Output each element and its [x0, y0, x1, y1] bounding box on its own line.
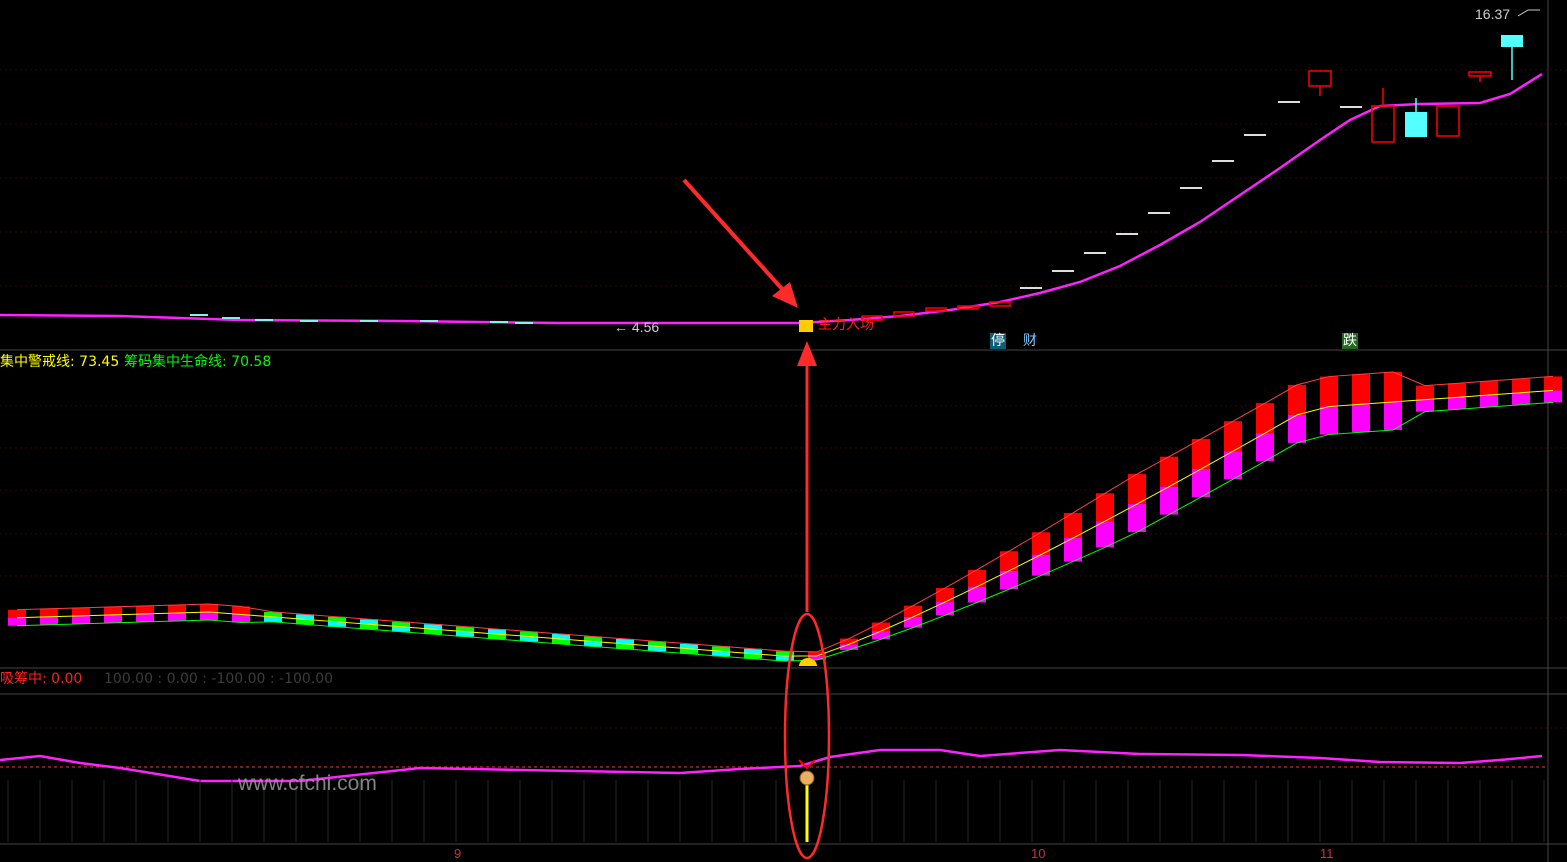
chip-bar-lower [1384, 401, 1402, 430]
chip-bar-upper [40, 608, 58, 617]
up-candle [1308, 70, 1332, 87]
chip-bar-upper [1128, 474, 1146, 505]
warn-line-label: 集中警戒线: 73.45 [0, 354, 120, 370]
up-candle [1436, 105, 1460, 137]
vertical-arrow-head [797, 341, 817, 366]
up-candle [1468, 71, 1492, 77]
chip-bar-lower [8, 617, 26, 626]
diagonal-arrow-shaft [682, 178, 794, 302]
chip-bar-upper [904, 605, 922, 617]
chip-bar-lower [168, 612, 186, 621]
signal-marker-icon [799, 320, 813, 332]
x-axis-label-9: 9 [454, 846, 462, 861]
accumulation-panel [0, 748, 1548, 842]
chip-bar-lower [104, 614, 122, 623]
chip-bar-lower [1288, 414, 1306, 443]
chip-bar-lower [1512, 392, 1530, 405]
chip-bar-upper [1320, 376, 1338, 407]
chip-bar-lower [232, 614, 250, 623]
chip-bar-upper [72, 607, 90, 616]
main-force-entry-signal: 主力入场 [818, 317, 874, 333]
x-axis-label-11: 11 [1320, 846, 1334, 861]
chip-bar-lower [1352, 404, 1370, 433]
chip-bar-upper [968, 569, 986, 587]
chip-bar-lower [200, 612, 218, 620]
money-bag-icon [799, 770, 815, 786]
life-line [16, 401, 1554, 662]
chip-bar-upper [1416, 385, 1434, 400]
high-pointer [1517, 9, 1540, 17]
chip-bar-lower [1448, 397, 1466, 410]
annotations [682, 178, 831, 860]
chip-bar-lower [872, 631, 890, 640]
chip-bar-lower [1416, 399, 1434, 412]
chip-bar-upper [200, 604, 218, 612]
chip-bar-upper [1352, 374, 1370, 405]
chip-bar-lower [1320, 406, 1338, 435]
chip-bar-lower [136, 613, 154, 622]
chip-panel [8, 371, 1562, 666]
badge-cai: 财 [1023, 333, 1037, 349]
accumulation-values: 100.00 : 0.00 : -100.00 : -100.00 [104, 671, 334, 687]
low-price-label: ← 4.56 [614, 319, 660, 335]
chip-bar-upper [1192, 439, 1210, 470]
high-price-label: 16.37 [1475, 6, 1511, 22]
chart-canvas [0, 0, 1567, 862]
down-candle [1501, 35, 1523, 47]
chip-bar-upper [1384, 371, 1402, 402]
chip-bar-lower [1096, 521, 1114, 548]
chip-bar-upper [168, 604, 186, 613]
chip-bar-lower [1160, 486, 1178, 515]
chip-bar-upper [1224, 421, 1242, 452]
chip-bar-upper [1160, 456, 1178, 487]
down-candle [1405, 112, 1427, 137]
up-candle [925, 307, 947, 312]
chip-bar-upper [936, 588, 954, 603]
chip-bar-lower [1480, 395, 1498, 408]
chip-bar-upper [1256, 403, 1274, 434]
chip-bar-upper [1448, 383, 1466, 398]
chip-bar-lower [40, 616, 58, 625]
chip-bar-lower [1224, 451, 1242, 480]
life-line-label: 筹码集中生命线: 70.58 [124, 354, 272, 370]
chip-bar-upper [1480, 381, 1498, 396]
accumulation-title: 吸筹中: 0.00 [0, 671, 83, 687]
chip-bar-lower [1544, 390, 1562, 403]
chip-bar-lower [1256, 433, 1274, 462]
x-axis-label-10: 10 [1031, 846, 1046, 861]
chip-bar-upper [872, 622, 890, 632]
chip-bar-upper [1288, 384, 1306, 415]
badge-die: 跌 [1342, 333, 1358, 349]
chip-bar-lower [1128, 504, 1146, 533]
chip-bar-lower [1192, 469, 1210, 498]
chip-bar-upper [1544, 376, 1562, 391]
chip-bar-upper [1512, 378, 1530, 393]
badge-stop: 停 [990, 333, 1006, 349]
chip-bar-lower [904, 616, 922, 628]
chip-bar-lower [72, 615, 90, 624]
watermark: www.cfchi.com [238, 772, 377, 795]
chip-bar-upper [8, 609, 26, 618]
chip-bar-upper [136, 605, 154, 614]
chip-bar-upper [104, 606, 122, 615]
accumulation-line [0, 748, 1543, 783]
